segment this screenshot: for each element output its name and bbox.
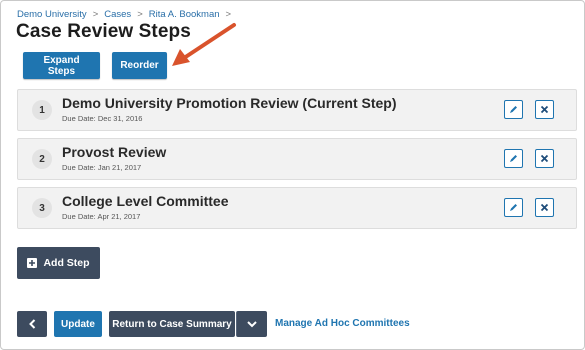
close-icon <box>540 154 549 163</box>
chevron-down-icon <box>247 321 257 328</box>
delete-step-button[interactable] <box>535 149 554 168</box>
step-number: 2 <box>32 149 52 169</box>
add-step-button[interactable]: Add Step <box>17 247 100 279</box>
expand-steps-button[interactable]: Expand Steps <box>23 52 100 79</box>
return-options-dropdown[interactable] <box>236 311 267 337</box>
step-title: College Level Committee <box>62 193 229 209</box>
manage-ad-hoc-committees-link[interactable]: Manage Ad Hoc Committees <box>275 318 410 329</box>
close-icon <box>540 203 549 212</box>
breadcrumb-cases[interactable]: Cases <box>104 9 131 20</box>
step-due-date: Due Date: Dec 31, 2016 <box>62 114 143 123</box>
pencil-icon <box>510 204 517 211</box>
pencil-icon <box>510 106 517 113</box>
step-row[interactable]: 3 College Level Committee Due Date: Apr … <box>17 187 577 229</box>
reorder-button[interactable]: Reorder <box>112 52 167 79</box>
edit-step-button[interactable] <box>504 149 523 168</box>
breadcrumb-separator: > <box>137 9 143 20</box>
back-button[interactable] <box>17 311 47 337</box>
breadcrumb: Demo University > Cases > Rita A. Bookma… <box>17 9 231 20</box>
add-step-label: Add Step <box>43 257 90 269</box>
step-due-date: Due Date: Jan 21, 2017 <box>62 163 142 172</box>
close-icon <box>540 105 549 114</box>
return-to-case-summary-button[interactable]: Return to Case Summary <box>109 311 235 337</box>
step-title-text: College Level Committee <box>62 193 229 209</box>
step-number: 1 <box>32 100 52 120</box>
breadcrumb-separator: > <box>225 9 232 20</box>
chevron-left-icon <box>28 319 35 329</box>
step-number: 3 <box>32 198 52 218</box>
delete-step-button[interactable] <box>535 100 554 119</box>
step-title-text: Provost Review <box>62 144 167 160</box>
current-step-badge: (Current Step) <box>302 95 397 111</box>
edit-step-button[interactable] <box>504 100 523 119</box>
step-title: Demo University Promotion Review (Curren… <box>62 95 397 111</box>
pencil-icon <box>510 155 517 162</box>
breadcrumb-demo-university[interactable]: Demo University <box>17 9 87 20</box>
annotation-arrow <box>172 23 236 66</box>
plus-icon <box>27 258 38 268</box>
step-row[interactable]: 2 Provost Review Due Date: Jan 21, 2017 <box>17 138 577 180</box>
delete-step-button[interactable] <box>535 198 554 217</box>
breadcrumb-separator: > <box>92 9 99 20</box>
step-due-date: Due Date: Apr 21, 2017 <box>62 212 141 221</box>
update-button[interactable]: Update <box>54 311 102 337</box>
breadcrumb-candidate[interactable]: Rita A. Bookman <box>149 9 220 20</box>
step-row[interactable]: 1 Demo University Promotion Review (Curr… <box>17 89 577 131</box>
edit-step-button[interactable] <box>504 198 523 217</box>
step-title-text: Demo University Promotion Review <box>62 95 299 111</box>
step-title: Provost Review <box>62 144 166 160</box>
page-title: Case Review Steps <box>16 21 191 42</box>
